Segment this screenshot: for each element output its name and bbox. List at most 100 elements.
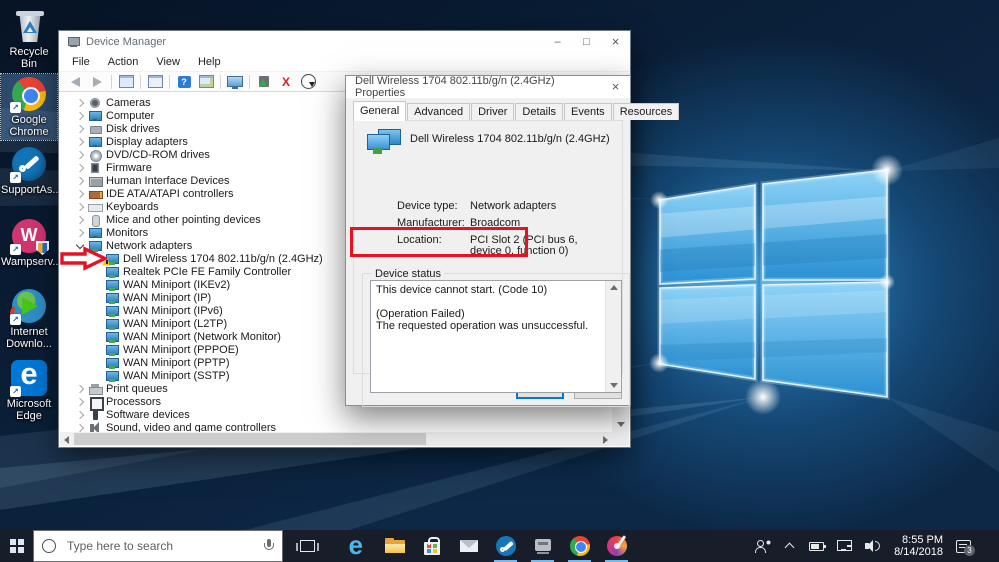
scroll-right-icon[interactable]	[603, 436, 608, 444]
scroll-left-icon[interactable]	[64, 436, 69, 444]
tree-item-label: Print queues	[106, 382, 168, 395]
scroll-down-icon[interactable]	[617, 422, 625, 427]
tree-item-label: Computer	[106, 109, 155, 122]
device-field-row: Device type: Network adapters	[397, 201, 612, 212]
chevron-collapsed-icon[interactable]	[74, 188, 86, 200]
shortcut-arrow-icon: ↗	[10, 102, 21, 113]
tab-events[interactable]: Events	[564, 103, 612, 120]
chevron-collapsed-icon[interactable]	[74, 149, 86, 161]
tree-item-label: WAN Miniport (IKEv2)	[123, 278, 231, 291]
update-driver-button[interactable]	[253, 72, 275, 91]
desktop-icon-wampserver[interactable]: ↗Wampserv...	[1, 216, 62, 270]
devices-by-type-button[interactable]	[224, 72, 246, 91]
scroll-up-icon[interactable]	[610, 285, 618, 290]
chevron-collapsed-icon[interactable]	[74, 110, 86, 122]
notifications-icon[interactable]: 3	[956, 539, 975, 556]
field-label: Device type:	[397, 200, 458, 212]
tree-item[interactable]: Sound, video and game controllers	[60, 421, 612, 432]
menu-bar: File Action View Help	[59, 53, 630, 72]
desktop-icon-microsoft-edge[interactable]: ↗MicrosoftEdge	[1, 356, 57, 424]
forward-button[interactable]	[86, 72, 108, 91]
menu-action[interactable]: Action	[99, 56, 148, 68]
scroll-down-icon[interactable]	[610, 383, 618, 388]
microsoft-edge-icon: ↗	[10, 356, 47, 397]
chevron-collapsed-icon[interactable]	[74, 422, 86, 433]
help-button[interactable]	[173, 72, 195, 91]
chevron-collapsed-icon[interactable]	[74, 97, 86, 109]
taskbar-clock[interactable]: 8:55 PM 8/14/2018	[894, 534, 943, 558]
tab-resources[interactable]: Resources	[612, 103, 680, 120]
taskbar-app-google-chrome[interactable]	[561, 530, 598, 562]
taskbar-search[interactable]	[33, 530, 283, 562]
tab-general[interactable]: General	[353, 101, 407, 121]
internet-download-manager-icon: ↗	[8, 288, 47, 325]
horizontal-scrollbar[interactable]	[60, 432, 612, 446]
taskbar-app-microsoft-store[interactable]	[413, 530, 450, 562]
netadapter-icon	[105, 318, 119, 330]
software-icon	[88, 408, 102, 421]
menu-file[interactable]: File	[63, 56, 99, 68]
chevron-collapsed-icon[interactable]	[74, 227, 86, 239]
chevron-collapsed-icon[interactable]	[74, 162, 86, 174]
chevron-collapsed-icon[interactable]	[74, 136, 86, 148]
tree-item-label: Monitors	[106, 226, 149, 239]
google-chrome-icon	[569, 535, 591, 557]
search-input[interactable]	[65, 538, 264, 554]
chevron-collapsed-icon[interactable]	[74, 201, 86, 213]
back-button[interactable]	[64, 72, 86, 91]
tab-advanced[interactable]: Advanced	[407, 103, 471, 120]
tab-details[interactable]: Details	[515, 103, 564, 120]
desktop-icon-google-chrome[interactable]: ↗ Google Chrome	[0, 73, 58, 141]
status-scrollbar[interactable]	[605, 281, 621, 392]
close-button[interactable]: ×	[601, 31, 630, 53]
tab-driver[interactable]: Driver	[471, 103, 515, 120]
mouse-icon	[88, 214, 102, 227]
desktop-icon-recycle-bin[interactable]: Recycle Bin	[1, 6, 57, 72]
people-icon[interactable]	[755, 539, 771, 553]
taskbar-app-device-manager[interactable]	[524, 530, 561, 562]
menu-help[interactable]: Help	[189, 56, 230, 68]
chevron-collapsed-icon[interactable]	[74, 396, 86, 408]
start-button[interactable]	[0, 530, 33, 562]
chevron-collapsed-icon[interactable]	[74, 123, 86, 135]
properties-button[interactable]	[195, 72, 217, 91]
dialog-close-icon[interactable]: ×	[601, 76, 630, 98]
printer-icon	[88, 383, 103, 395]
taskbar-app-mail[interactable]	[450, 530, 487, 562]
shortcut-arrow-icon: ↗	[10, 314, 21, 325]
battery-icon[interactable]	[809, 541, 827, 551]
microphone-icon[interactable]	[264, 539, 274, 553]
scan-for-hardware-changes-button[interactable]	[297, 72, 319, 91]
chevron-collapsed-icon[interactable]	[74, 175, 86, 187]
tree-item[interactable]: Software devices	[60, 408, 612, 421]
volume-icon[interactable]	[865, 540, 881, 552]
tree-item-label: WAN Miniport (Network Monitor)	[123, 330, 281, 343]
task-view-icon	[295, 540, 319, 552]
network-icon[interactable]	[837, 540, 853, 552]
maximize-button[interactable]: □	[572, 31, 601, 53]
menu-view[interactable]: View	[147, 56, 189, 68]
taskbar-app-supportassist[interactable]	[487, 530, 524, 562]
desktop-icon-supportassist[interactable]: ↗ SupportAs...	[1, 144, 62, 198]
properties-icon	[199, 75, 214, 88]
taskbar-app-microsoft-edge[interactable]	[339, 530, 376, 562]
taskbar-app-file-explorer[interactable]	[376, 530, 413, 562]
chevron-collapsed-icon[interactable]	[74, 214, 86, 226]
hidden-icons-chevron-icon[interactable]	[784, 542, 796, 550]
status-line-2: (Operation Failed)	[376, 308, 465, 320]
export-list-button[interactable]	[144, 72, 166, 91]
console-window-button[interactable]	[115, 72, 137, 91]
chevron-collapsed-icon[interactable]	[74, 409, 86, 421]
cortana-icon	[42, 539, 56, 553]
device-manager-titlebar: Device Manager – □ ×	[59, 31, 630, 53]
uninstall-device-button[interactable]	[275, 72, 297, 91]
netadapter-icon	[102, 253, 119, 266]
task-view-button[interactable]	[292, 530, 322, 562]
taskbar-app-paint[interactable]	[598, 530, 635, 562]
chevron-collapsed-icon[interactable]	[74, 383, 86, 395]
desktop-icon-internet-download-manager[interactable]: ↗ Internet Downlo...	[1, 286, 57, 352]
scrollbar-thumb[interactable]	[74, 433, 426, 445]
minimize-button[interactable]: –	[543, 31, 572, 53]
